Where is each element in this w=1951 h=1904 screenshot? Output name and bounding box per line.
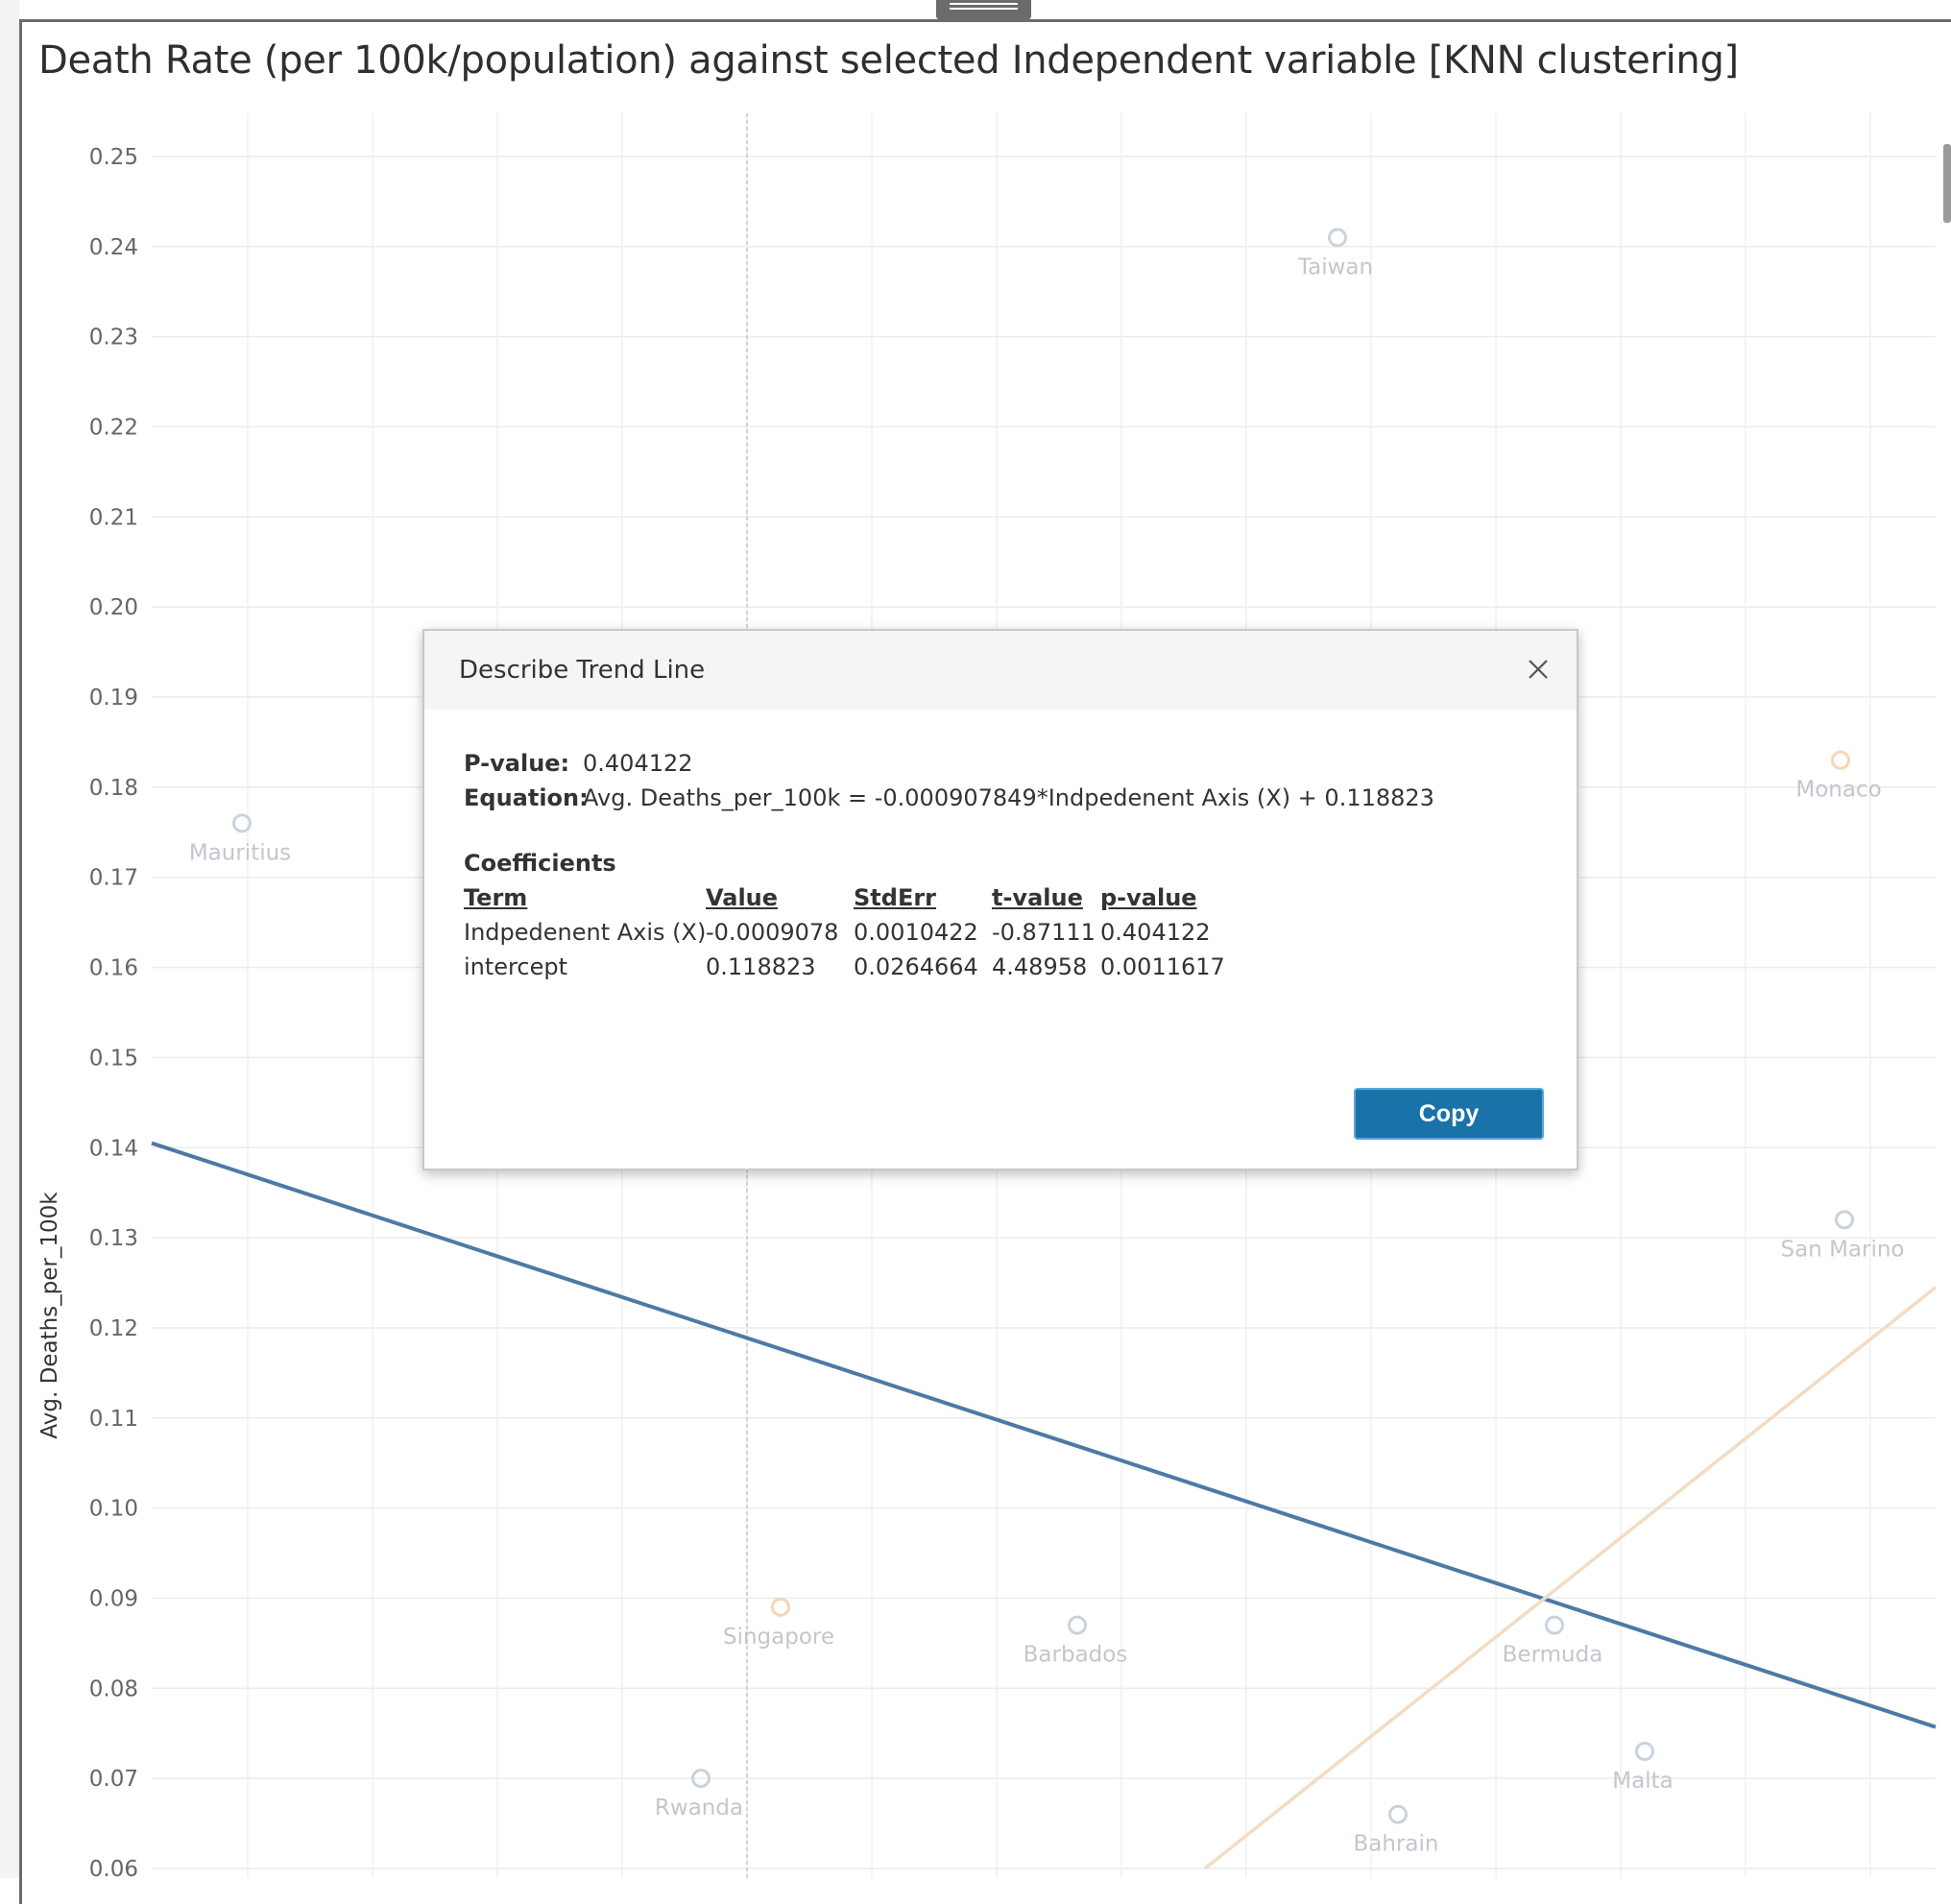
point-label: Monaco	[1795, 778, 1881, 803]
y-tick-label: 0.08	[89, 1676, 138, 1701]
point-label: Rwanda	[655, 1796, 743, 1820]
y-tick-label: 0.12	[89, 1316, 138, 1341]
y-tick-label: 0.11	[89, 1407, 138, 1432]
header-value: Value	[706, 884, 779, 911]
y-tick-label: 0.21	[89, 505, 138, 530]
data-point[interactable]	[1835, 1210, 1854, 1230]
y-tick-label: 0.15	[89, 1046, 138, 1071]
pvalue-value: 0.404122	[583, 750, 693, 777]
point-label: Bermuda	[1503, 1643, 1603, 1668]
y-tick-label: 0.25	[89, 145, 138, 170]
dialog-header: Describe Trend Line	[424, 631, 1577, 710]
row-term: Indpedenent Axis (X)	[464, 919, 707, 946]
y-tick-label: 0.19	[89, 686, 138, 711]
data-point[interactable]	[1068, 1615, 1087, 1635]
data-point[interactable]	[1545, 1615, 1564, 1635]
coefficients-heading: Coefficients	[464, 850, 616, 877]
data-point[interactable]	[1328, 228, 1347, 248]
y-tick-label: 0.22	[89, 416, 138, 441]
y-tick-label: 0.10	[89, 1497, 138, 1522]
row-tvalue: -0.87111	[992, 919, 1096, 946]
trend-lines[interactable]	[151, 1141, 1938, 1870]
y-axis-label: Avg. Deaths_per_100k	[37, 1192, 62, 1439]
point-label: Mauritius	[189, 840, 291, 865]
row-tvalue: 4.48958	[992, 953, 1088, 980]
point-label: Malta	[1612, 1769, 1673, 1794]
header-stderr: StdErr	[854, 884, 937, 911]
y-tick-label: 0.17	[89, 866, 138, 891]
equation-value: Avg. Deaths_per_100k = -0.000907849*Indp…	[583, 784, 1434, 811]
row-value: -0.0009078	[706, 919, 839, 946]
pvalue-label: P-value:	[464, 750, 570, 777]
point-label: Bahrain	[1354, 1832, 1439, 1857]
row-pvalue: 0.404122	[1100, 919, 1211, 946]
y-tick-label: 0.09	[89, 1586, 138, 1611]
trend-line-orange[interactable]	[1203, 1286, 1938, 1870]
point-label: Barbados	[1024, 1643, 1128, 1668]
row-value: 0.118823	[706, 953, 816, 980]
y-tick-label: 0.24	[89, 235, 138, 260]
row-stderr: 0.0264664	[854, 953, 978, 980]
y-tick-label: 0.13	[89, 1226, 138, 1251]
describe-trend-line-dialog: Describe Trend Line P-value: 0.404122 Eq…	[422, 629, 1578, 1170]
data-point[interactable]	[1388, 1804, 1408, 1824]
y-tick-label: 0.18	[89, 776, 138, 801]
row-term: intercept	[464, 953, 567, 980]
data-point[interactable]	[771, 1597, 790, 1617]
y-tick-label: 0.06	[89, 1857, 138, 1878]
data-point[interactable]	[1635, 1742, 1654, 1762]
equation-label: Equation:	[464, 784, 589, 811]
point-label: San Marino	[1780, 1237, 1904, 1262]
header-term: Term	[464, 884, 528, 911]
y-tick-label: 0.16	[89, 956, 138, 981]
data-point[interactable]	[1831, 750, 1850, 770]
y-tick-label: 0.07	[89, 1767, 138, 1792]
header-tvalue: t-value	[992, 884, 1083, 911]
copy-button[interactable]: Copy	[1356, 1090, 1542, 1138]
y-tick-label: 0.20	[89, 595, 138, 620]
dialog-title: Describe Trend Line	[459, 656, 706, 685]
header-pvalue: p-value	[1100, 884, 1197, 911]
row-stderr: 0.0010422	[854, 919, 978, 946]
close-icon[interactable]	[1523, 654, 1554, 685]
point-label: Taiwan	[1297, 254, 1373, 279]
y-tick-label: 0.23	[89, 325, 138, 350]
y-tick-label: 0.14	[89, 1136, 138, 1161]
y-axis-ticks: 0.25 0.24 0.23 0.22 0.21 0.20 0.19 0.18 0.17 0.16…	[89, 145, 138, 1878]
trend-line-blue[interactable]	[151, 1141, 1937, 1729]
row-pvalue: 0.0011617	[1100, 953, 1225, 980]
point-label: Singapore	[723, 1625, 834, 1650]
